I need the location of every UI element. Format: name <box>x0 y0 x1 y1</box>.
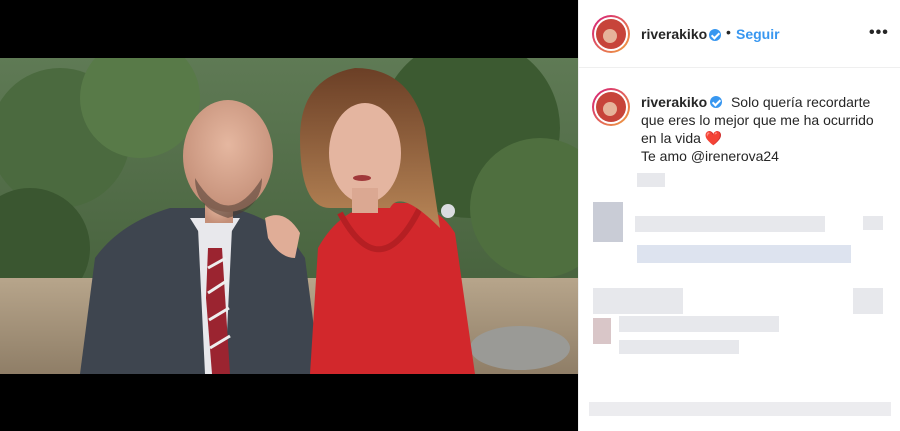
caption-line-3: en la vida <box>641 130 701 146</box>
header-username[interactable]: riverakiko <box>641 26 707 42</box>
post-details-panel: riverakiko • Seguir ••• riverakiko Solo … <box>578 0 900 431</box>
post-media-area <box>0 0 578 431</box>
blurred-comment-text <box>637 245 851 263</box>
blurred-comment-text <box>635 216 825 232</box>
blurred-comment-text <box>619 340 739 354</box>
post-header: riverakiko • Seguir ••• <box>579 0 900 68</box>
blurred-comment-avatar <box>593 288 683 314</box>
blurred-comment-text <box>619 316 779 332</box>
more-icon[interactable]: ••• <box>869 24 889 42</box>
caption-love-prefix: Te amo <box>641 148 687 164</box>
blurred-comment-text <box>589 402 891 416</box>
follow-separator: • <box>726 24 731 40</box>
follow-button[interactable]: Seguir <box>736 26 780 42</box>
blurred-comment-avatar <box>593 318 611 344</box>
avatar-icon[interactable] <box>592 15 630 53</box>
caption-line-2: que eres lo mejor que me ha ocurrido <box>641 112 874 128</box>
post-caption: riverakiko Solo quería recordarte que er… <box>641 93 891 165</box>
avatar-icon[interactable] <box>592 88 630 126</box>
blurred-like-icon <box>863 216 883 230</box>
verified-icon <box>709 29 721 41</box>
post-photo[interactable] <box>0 58 578 374</box>
blurred-timestamp <box>637 173 665 187</box>
mention-link[interactable]: @irenerova24 <box>691 148 779 164</box>
heart-icon: ❤️ <box>704 130 723 146</box>
caption-username[interactable]: riverakiko <box>641 94 707 110</box>
blurred-comment-avatar <box>593 202 623 242</box>
caption-line-1: Solo quería recordarte <box>730 94 871 110</box>
blurred-like-icon <box>853 288 883 314</box>
